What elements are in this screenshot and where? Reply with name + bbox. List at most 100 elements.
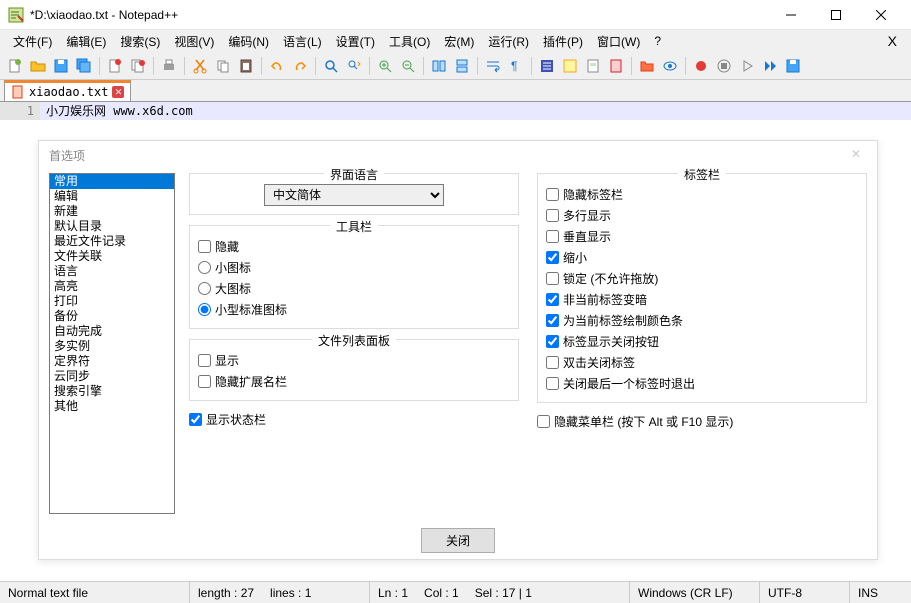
new-file-button[interactable] — [4, 55, 26, 77]
category-file-assoc[interactable]: 文件关联 — [50, 249, 174, 264]
tab-color-bar-check[interactable]: 为当前标签绘制颜色条 — [546, 310, 858, 331]
play-button[interactable] — [736, 55, 758, 77]
category-multi-instance[interactable]: 多实例 — [50, 339, 174, 354]
category-misc[interactable]: 其他 — [50, 399, 174, 414]
document-tab[interactable]: xiaodao.txt ✕ — [4, 80, 131, 101]
menu-plugins[interactable]: 插件(P) — [536, 31, 590, 52]
print-button[interactable] — [158, 55, 180, 77]
show-all-button[interactable]: ¶ — [505, 55, 527, 77]
menu-search[interactable]: 搜索(S) — [113, 31, 167, 52]
category-backup[interactable]: 备份 — [50, 309, 174, 324]
show-statusbar-check[interactable]: 显示状态栏 — [189, 411, 519, 428]
replace-button[interactable] — [343, 55, 365, 77]
menu-file[interactable]: 文件(F) — [6, 31, 59, 52]
tab-show-close-check[interactable]: 标签显示关闭按钮 — [546, 331, 858, 352]
tab-lock-check[interactable]: 锁定 (不允许拖放) — [546, 268, 858, 289]
tab-dblclose-check[interactable]: 双击关闭标签 — [546, 352, 858, 373]
menu-window[interactable]: 窗口(W) — [590, 31, 647, 52]
open-file-button[interactable] — [27, 55, 49, 77]
category-default-dir[interactable]: 默认目录 — [50, 219, 174, 234]
tab-vertical-check[interactable]: 垂直显示 — [546, 226, 858, 247]
category-recent[interactable]: 最近文件记录 — [50, 234, 174, 249]
copy-button[interactable] — [212, 55, 234, 77]
tab-shrink-check[interactable]: 缩小 — [546, 247, 858, 268]
toolbar-std-radio[interactable]: 小型标准图标 — [198, 299, 510, 320]
zoom-out-button[interactable] — [397, 55, 419, 77]
line-number-gutter: 1 — [0, 102, 40, 120]
stop-record-button[interactable] — [713, 55, 735, 77]
panel-show-check[interactable]: 显示 — [198, 350, 510, 371]
ui-language-group: 界面语言 中文简体 — [189, 173, 519, 215]
minimize-button[interactable] — [768, 0, 813, 30]
editor-content[interactable]: 小刀娱乐网 www.x6d.com — [40, 102, 911, 120]
maximize-button[interactable] — [813, 0, 858, 30]
indent-guide-button[interactable] — [536, 55, 558, 77]
save-all-button[interactable] — [73, 55, 95, 77]
close-file-button[interactable] — [104, 55, 126, 77]
tab-hide-check[interactable]: 隐藏标签栏 — [546, 184, 858, 205]
status-mode[interactable]: INS — [850, 582, 911, 603]
monitor-button[interactable] — [659, 55, 681, 77]
menu-edit[interactable]: 编辑(E) — [59, 31, 113, 52]
dialog-close-icon[interactable]: ✕ — [851, 147, 867, 163]
close-window-button[interactable] — [858, 0, 903, 30]
panel-hideext-check[interactable]: 隐藏扩展名栏 — [198, 371, 510, 392]
menu-encoding[interactable]: 编码(N) — [221, 31, 276, 52]
menu-macro[interactable]: 宏(M) — [437, 31, 481, 52]
doc-map-button[interactable] — [582, 55, 604, 77]
toolbar-large-radio[interactable]: 大图标 — [198, 278, 510, 299]
folder-button[interactable] — [636, 55, 658, 77]
menu-settings[interactable]: 设置(T) — [329, 31, 382, 52]
save-button[interactable] — [50, 55, 72, 77]
menu-tools[interactable]: 工具(O) — [382, 31, 437, 52]
find-button[interactable] — [320, 55, 342, 77]
tab-close-icon[interactable]: ✕ — [112, 86, 124, 98]
category-cloud[interactable]: 云同步 — [50, 369, 174, 384]
tab-inactive-dark-check[interactable]: 非当前标签变暗 — [546, 289, 858, 310]
cut-button[interactable] — [189, 55, 211, 77]
toolbar-hide-check[interactable]: 隐藏 — [198, 236, 510, 257]
ui-language-select[interactable]: 中文简体 — [264, 184, 444, 206]
menu-close-x[interactable]: X — [880, 33, 905, 49]
status-ln: Ln : 1 — [378, 586, 408, 600]
user-lang-button[interactable] — [559, 55, 581, 77]
category-highlight[interactable]: 高亮 — [50, 279, 174, 294]
record-button[interactable] — [690, 55, 712, 77]
menu-help[interactable]: ? — [647, 32, 668, 50]
menu-run[interactable]: 运行(R) — [481, 31, 536, 52]
category-delimiter[interactable]: 定界符 — [50, 354, 174, 369]
category-search-engine[interactable]: 搜索引擎 — [50, 384, 174, 399]
category-print[interactable]: 打印 — [50, 294, 174, 309]
category-editing[interactable]: 编辑 — [50, 189, 174, 204]
toolbar-group: 工具栏 隐藏 小图标 大图标 小型标准图标 — [189, 225, 519, 329]
zoom-in-button[interactable] — [374, 55, 396, 77]
category-autocomplete[interactable]: 自动完成 — [50, 324, 174, 339]
sync-h-button[interactable] — [451, 55, 473, 77]
status-eol[interactable]: Windows (CR LF) — [630, 582, 760, 603]
paste-button[interactable] — [235, 55, 257, 77]
svg-text:¶: ¶ — [511, 59, 517, 73]
redo-button[interactable] — [289, 55, 311, 77]
category-new[interactable]: 新建 — [50, 204, 174, 219]
wordwrap-button[interactable] — [482, 55, 504, 77]
sync-v-button[interactable] — [428, 55, 450, 77]
undo-button[interactable] — [266, 55, 288, 77]
menu-view[interactable]: 视图(V) — [167, 31, 221, 52]
status-length: length : 27 — [198, 586, 254, 600]
category-list[interactable]: 常用 编辑 新建 默认目录 最近文件记录 文件关联 语言 高亮 打印 备份 自动… — [49, 173, 175, 514]
status-encoding[interactable]: UTF-8 — [760, 582, 850, 603]
hide-menubar-check[interactable]: 隐藏菜单栏 (按下 Alt 或 F10 显示) — [537, 413, 867, 430]
close-all-button[interactable] — [127, 55, 149, 77]
dialog-close-button[interactable]: 关闭 — [421, 528, 495, 553]
toolbar-small-radio[interactable]: 小图标 — [198, 257, 510, 278]
tab-close-exit-check[interactable]: 关闭最后一个标签时退出 — [546, 373, 858, 394]
preferences-dialog: 首选项 ✕ 常用 编辑 新建 默认目录 最近文件记录 文件关联 语言 高亮 打印… — [38, 140, 878, 560]
play-multi-button[interactable] — [759, 55, 781, 77]
text-editor[interactable]: 1 小刀娱乐网 www.x6d.com — [0, 102, 911, 120]
tab-multiline-check[interactable]: 多行显示 — [546, 205, 858, 226]
category-general[interactable]: 常用 — [50, 174, 174, 189]
menu-language[interactable]: 语言(L) — [276, 31, 329, 52]
doc-list-button[interactable] — [605, 55, 627, 77]
save-macro-button[interactable] — [782, 55, 804, 77]
category-language[interactable]: 语言 — [50, 264, 174, 279]
